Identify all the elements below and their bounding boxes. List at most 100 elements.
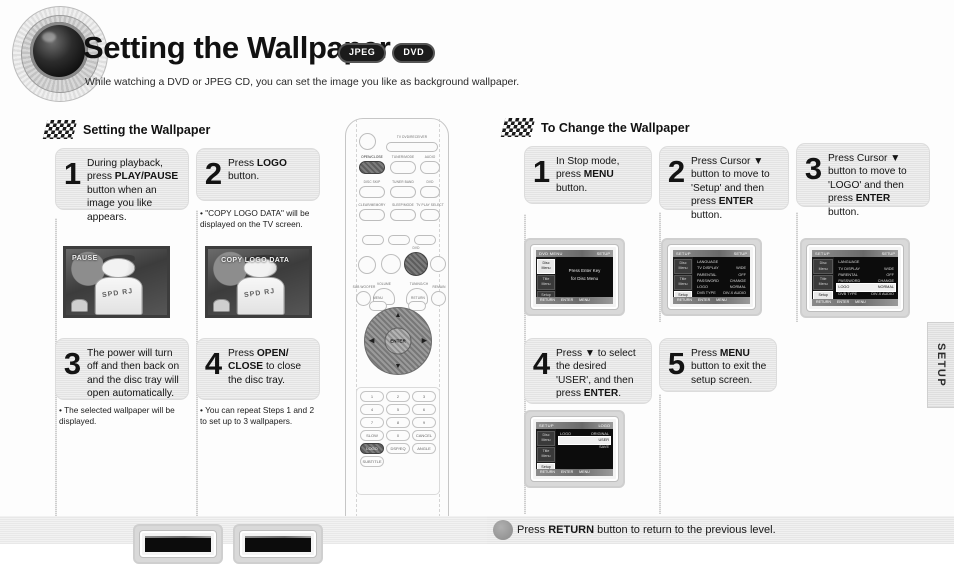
section-title-setting: Setting the Wallpaper <box>83 122 211 137</box>
tv-side-column: Disc Menu Title Menu Setup Stop <box>536 429 557 476</box>
remote-keypad[interactable]: 1 2 3 4 5 6 7 8 9 SLOW 0 CANCEL LOGO DSP… <box>356 387 440 495</box>
tv-bottom-item: RETURN <box>677 298 692 303</box>
tv-bottom-item: ENTER <box>560 470 574 475</box>
tv-side-column: Disc Menu Title Menu Setup Stop <box>536 257 557 304</box>
remote-label-tuner-mode: TUNER/MODE <box>391 155 415 159</box>
tv-topbar-right: LOGO <box>598 423 610 428</box>
remote-sleep-mode-button[interactable] <box>390 209 416 221</box>
tv-menu-row: DVB TYPE DIV-X AUDIO <box>838 291 894 296</box>
remote-label-clear-memory: CLEAR/MEMORY <box>358 203 386 207</box>
step-set-1: 1 During playback, press PLAY/PAUSE butt… <box>55 148 189 223</box>
remote-key-cancel[interactable]: CANCEL <box>412 430 436 441</box>
cursor-up-icon[interactable]: ▲ <box>395 312 402 319</box>
remote-tuner-band-button[interactable] <box>390 186 416 198</box>
remote-prev-button[interactable] <box>381 254 401 274</box>
step-number: 2 <box>667 154 686 189</box>
remote-audio-button[interactable] <box>420 161 440 174</box>
remote-next-button[interactable] <box>430 256 446 272</box>
remote-disc-skip-button[interactable] <box>359 186 385 198</box>
manual-page: Setting the Wallpaper JPEG DVD While wat… <box>0 0 954 564</box>
tv-side-column: Disc Menu Title Menu Setup <box>812 257 835 301</box>
remote-label-remain: REMAIN <box>432 285 446 289</box>
remote-sort-button[interactable] <box>414 235 436 245</box>
remote-label-open-close: OPEN/CLOSE <box>361 155 383 159</box>
tv-side-item: Title Menu <box>537 446 556 462</box>
photo-osd-label: COPY LOGO DATA <box>221 256 290 264</box>
remote-key-3[interactable]: 3 <box>412 391 436 402</box>
remote-key-logo[interactable]: LOGO <box>360 443 384 454</box>
remote-clear-memory-button[interactable] <box>359 209 385 221</box>
step-text: Press Cursor ▼ button to move to 'LOGO' … <box>828 153 907 218</box>
remote-power-button[interactable] <box>359 133 376 150</box>
remote-tv-dvd-switch[interactable] <box>386 142 438 152</box>
remote-key-angle[interactable]: ANGLE <box>412 443 436 454</box>
remote-key-slow[interactable]: SLOW <box>360 430 384 441</box>
remote-key-5[interactable]: 5 <box>386 404 410 415</box>
tv-bottom-item: RETURN <box>540 298 555 303</box>
tv-side-item: Title Menu <box>674 274 693 290</box>
photo-copy-logo: SPD RJ COPY LOGO DATA <box>205 246 312 318</box>
cursor-down-icon[interactable]: ▼ <box>395 363 402 370</box>
tv-bottom-item: RETURN <box>816 300 831 305</box>
tv-side-item: Title Menu <box>537 274 556 290</box>
tv-screen-setup-logo: SETUP SETUP Disc Menu Title Menu Setup L… <box>800 238 910 318</box>
tv-topbar-left: SETUP <box>815 251 830 256</box>
remote-key-4[interactable]: 4 <box>360 404 384 415</box>
remote-open-close-button[interactable] <box>359 161 385 174</box>
checker-arrow-icon <box>500 118 536 137</box>
tv-side-item: Disc Menu <box>537 259 556 274</box>
section-heading-setting: Setting the Wallpaper <box>42 120 211 139</box>
step-number: 1 <box>532 154 551 189</box>
step-note-set-3: The selected wallpaper will be displayed… <box>59 405 185 427</box>
remote-remain-button[interactable] <box>431 291 446 306</box>
tv-bottom-item: ENTER <box>560 298 574 303</box>
step-text: In Stop mode, press MENU button. <box>556 156 620 194</box>
remote-key-7[interactable]: 7 <box>360 417 384 428</box>
step-number: 4 <box>204 346 223 381</box>
remote-key-dsp-eq[interactable]: DSP/EQ <box>386 443 410 454</box>
remote-cancel-button[interactable] <box>388 235 410 245</box>
step-change-1: 1 In Stop mode, press MENU button. <box>524 146 652 204</box>
tv-topbar-left: SETUP <box>539 423 554 428</box>
remote-control: TV DVD/RECEIVER OPEN/CLOSE TUNER/MODE AU… <box>345 118 449 538</box>
tv-topbar-right: SETUP <box>733 251 747 256</box>
tv-bottom-item: ENTER <box>836 300 850 305</box>
remote-dvd-button[interactable] <box>420 186 440 198</box>
remote-key-2[interactable]: 2 <box>386 391 410 402</box>
remote-dpad[interactable]: ▲ ▼ ◀ ▶ ENTER <box>364 307 432 375</box>
tv-bottom-bar: RETURN ENTER MENU <box>536 296 613 304</box>
rule-right-3 <box>796 212 798 322</box>
step-text: During playback, press PLAY/PAUSE button… <box>87 158 179 223</box>
step-number: 3 <box>804 151 823 186</box>
tv-bottom-bar: RETURN ENTER MENU <box>812 298 898 306</box>
tv-screen-bottom-left-1 <box>133 524 223 564</box>
step-number: 5 <box>667 346 686 381</box>
remote-enter-button[interactable]: ENTER <box>384 327 412 355</box>
remote-step-button[interactable] <box>362 235 384 245</box>
tv-topbar-left: DVD MENU <box>539 251 563 256</box>
remote-key-6[interactable]: 6 <box>412 404 436 415</box>
remote-stop-button[interactable] <box>358 256 376 274</box>
remote-label-tv-play-select: TV PLAY SELECT <box>416 203 444 207</box>
remote-tv-play-select-button[interactable] <box>420 209 440 221</box>
rule-right-4 <box>659 394 661 514</box>
step-number: 4 <box>532 346 551 381</box>
cursor-right-icon[interactable]: ▶ <box>422 338 427 345</box>
remote-key-1[interactable]: 1 <box>360 391 384 402</box>
remote-play-pause-button[interactable] <box>404 252 428 276</box>
remote-key-0[interactable]: 0 <box>386 430 410 441</box>
step-set-4: 4 Press OPEN/ CLOSE to close the disc tr… <box>196 338 320 400</box>
remote-key-subtitle[interactable]: SUBTITLE <box>360 456 384 467</box>
tv-menu-row: SAVE <box>599 444 609 449</box>
cursor-left-icon[interactable]: ◀ <box>369 338 374 345</box>
side-tab-setup[interactable]: SETUP <box>927 322 954 408</box>
tv-screen-setup-list: SETUP SETUP Disc Menu Title Menu Setup L… <box>661 238 762 316</box>
remote-key-9[interactable]: 9 <box>412 417 436 428</box>
tv-side-item: Disc Menu <box>537 431 556 446</box>
remote-tuner-mode-button[interactable] <box>390 161 416 174</box>
tv-screen-bottom-left-2 <box>233 524 323 564</box>
remote-key-8[interactable]: 8 <box>386 417 410 428</box>
tv-bottom-bar: RETURN ENTER MENU <box>536 468 613 476</box>
step-number: 1 <box>63 156 82 191</box>
tv-side-item: Title Menu <box>813 275 834 290</box>
